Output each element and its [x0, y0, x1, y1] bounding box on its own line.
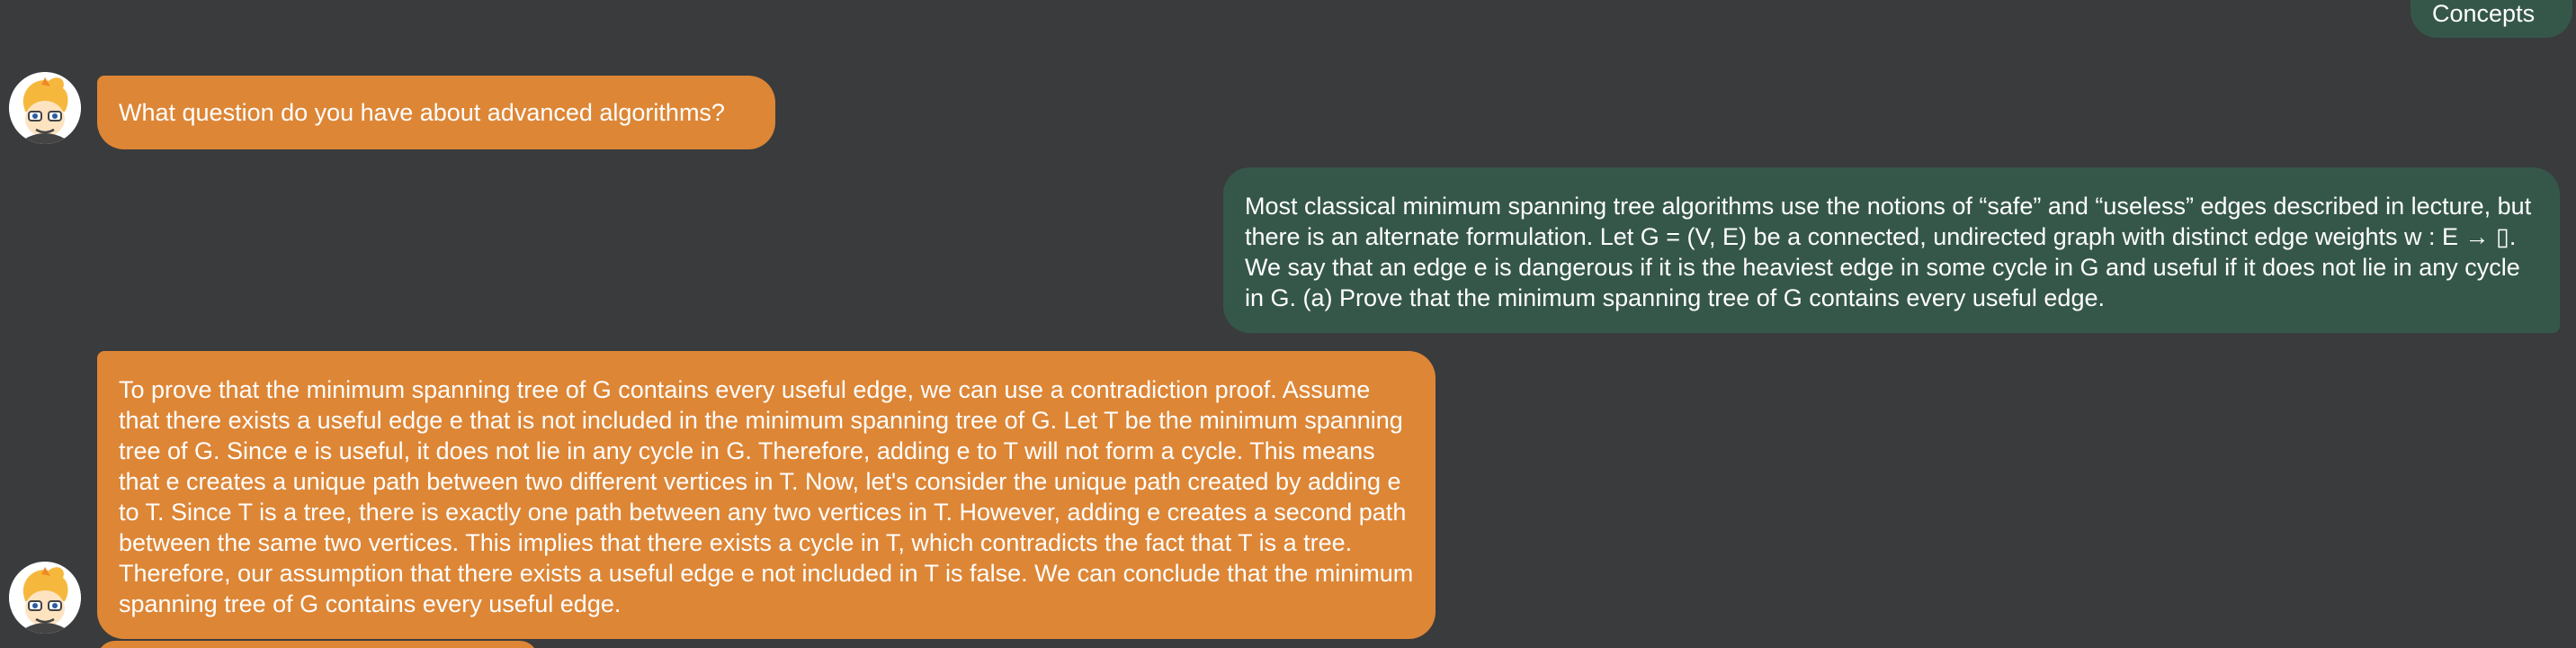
- bot-message-text: What question do you have about advanced…: [119, 99, 725, 126]
- user-message-bubble: Concepts: [2411, 0, 2572, 38]
- chat-transcript: Concepts What question do you have about…: [0, 0, 2576, 648]
- user-message-text: Most classical minimum spanning tree alg…: [1245, 193, 2532, 311]
- user-message-bubble: Most classical minimum spanning tree alg…: [1223, 167, 2560, 333]
- bot-message-bubble-partial: [97, 641, 538, 648]
- user-message-text: Concepts: [2432, 0, 2536, 27]
- bot-message-bubble: What question do you have about advanced…: [97, 76, 775, 149]
- fox-avatar-icon: [9, 562, 81, 634]
- bot-message-bubble: To prove that the minimum spanning tree …: [97, 351, 1436, 639]
- bot-message-text: To prove that the minimum spanning tree …: [119, 376, 1414, 617]
- bot-avatar: [9, 562, 81, 634]
- bot-avatar: [9, 72, 81, 144]
- fox-avatar-icon: [9, 72, 81, 144]
